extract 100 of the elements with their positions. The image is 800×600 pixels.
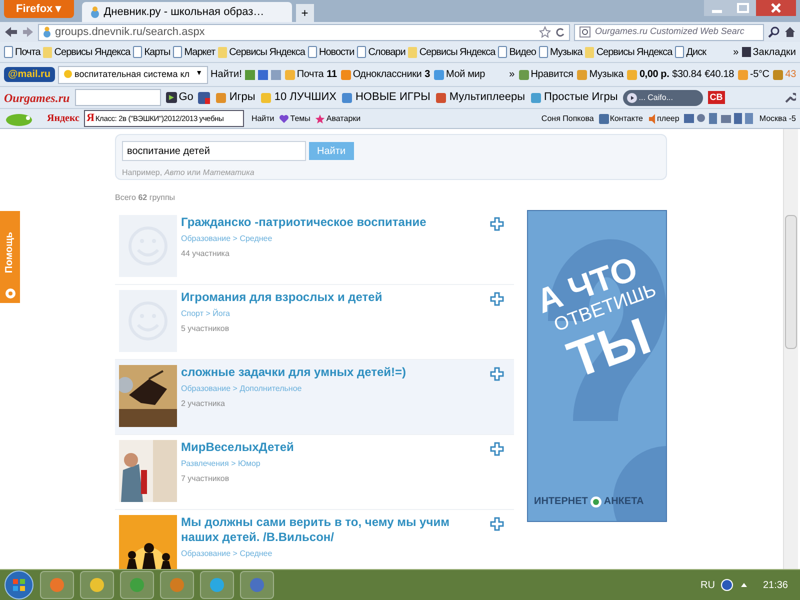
search-engine-icon xyxy=(579,26,591,38)
toolbar-link[interactable]: Простые Игры xyxy=(530,89,618,106)
new-tab-button[interactable]: + xyxy=(296,4,314,22)
find-button[interactable]: Найти! xyxy=(210,67,242,82)
bookmarks-icon xyxy=(742,47,751,57)
yandex-logo: Яндекс xyxy=(47,112,80,126)
bookmark-link[interactable]: Сервисы Яндекса xyxy=(229,44,305,60)
toolbar-widget[interactable]: -5°C xyxy=(736,67,770,82)
web-search-field[interactable]: Ourgames.ru Customized Web Searc xyxy=(574,24,764,40)
go-button[interactable]: Go xyxy=(166,89,194,106)
group-title-link[interactable]: Мы должны сами верить в то, чему мы учим наших детей. /В.Вильсон/ xyxy=(181,515,486,545)
bookmark-link[interactable]: Музыка xyxy=(550,44,582,60)
toolbar-tools-icon xyxy=(244,68,281,80)
app-icon xyxy=(576,68,588,80)
play-icon xyxy=(626,92,637,102)
forward-icon xyxy=(22,26,34,38)
app-icon xyxy=(129,577,145,593)
group-title-link[interactable]: Гражданско -патриотическое воспитание xyxy=(181,215,486,230)
app-icon xyxy=(249,577,265,593)
search-value: воспитательная система кл xyxy=(74,68,191,81)
toolbar-link[interactable]: плеер xyxy=(648,112,680,124)
toolbar-link[interactable]: Аватарки xyxy=(315,112,361,124)
speaker-icon xyxy=(648,114,656,124)
toolbar-link[interactable]: Темы xyxy=(279,112,310,124)
maximize-icon xyxy=(730,0,756,16)
find-button[interactable]: Найти xyxy=(251,112,274,124)
bookmark-link[interactable]: Маркет xyxy=(184,44,216,60)
member-count: 7 участников xyxy=(181,473,230,485)
group-title-link[interactable]: МирВеселыхДетей xyxy=(181,440,486,455)
more-button[interactable]: » xyxy=(509,67,515,82)
toolbar-link[interactable]: Почта 11 xyxy=(284,67,337,82)
minimize-icon xyxy=(704,0,730,16)
ad-brand-text: АНКЕТА xyxy=(604,495,644,509)
app-icon xyxy=(284,68,296,80)
bookmark-link[interactable]: Сервисы Яндекса xyxy=(54,44,130,60)
bookmark-link[interactable]: Сервисы Яндекса xyxy=(596,44,672,60)
mailru-logo: @mail.ru xyxy=(4,67,55,82)
toolbar-widget[interactable]: $30.84 xyxy=(672,67,702,82)
toolbar-widget[interactable]: Музыка xyxy=(576,67,624,82)
radio-player[interactable]: ... Caifo... xyxy=(622,90,703,106)
taskbar-app-button[interactable] xyxy=(120,571,154,599)
language-indicator[interactable]: RU xyxy=(700,578,715,592)
smiley-placeholder-icon xyxy=(119,215,177,277)
bookmark-link[interactable]: Сервисы Яндекса xyxy=(419,44,496,60)
toolbar-link[interactable]: 10 ЛУЧШИХ xyxy=(260,89,336,106)
browser-tab[interactable]: Дневник.ру - школьная образ… xyxy=(82,2,292,22)
bookmark-link[interactable]: Почта xyxy=(15,44,40,60)
url-text: groups.dnevnik.ru/search.aspx xyxy=(55,24,205,40)
toolbar-link[interactable]: НОВЫЕ ИГРЫ xyxy=(341,89,430,106)
folder-icon xyxy=(218,46,228,58)
scrollbar-thumb[interactable] xyxy=(785,215,797,349)
search-field[interactable]: воспитание детей xyxy=(122,141,306,161)
taskbar-app-button[interactable] xyxy=(40,571,74,599)
more-bookmarks-button[interactable]: » xyxy=(733,44,739,60)
toolbar-link[interactable]: Игры xyxy=(215,89,256,106)
page-icon xyxy=(498,46,508,58)
bookmark-link[interactable]: Диск xyxy=(686,44,706,60)
toolbar-link[interactable]: Мультиплееры xyxy=(435,89,526,106)
app-icon xyxy=(340,68,352,80)
add-icon xyxy=(490,292,504,306)
bookmarks-menu-button[interactable]: Закладки xyxy=(742,44,796,60)
toolbar-widget[interactable]: €40.18 xyxy=(704,67,734,82)
add-icon xyxy=(490,217,504,231)
page-icon xyxy=(675,46,684,58)
clock: 21:36 xyxy=(762,578,788,592)
group-title-link[interactable]: Игромания для взрослых и детей xyxy=(181,290,486,305)
close-icon xyxy=(756,0,796,16)
bookmark-link[interactable]: Видео xyxy=(509,44,536,60)
toolbar-link[interactable]: Контакте xyxy=(598,112,643,124)
page-icon xyxy=(538,46,548,58)
page-icon xyxy=(133,46,142,58)
address-bar[interactable]: groups.dnevnik.ru/search.aspx xyxy=(38,24,570,40)
member-count: 5 участников xyxy=(181,323,230,335)
station-text: ... Caifo... xyxy=(638,92,673,104)
toolbar-link[interactable]: Мой мир xyxy=(433,67,486,82)
heart-icon xyxy=(279,114,290,124)
toolbar-link[interactable]: Одноклассники 3 xyxy=(340,67,430,82)
toolbar-widget[interactable]: 0,00 р. xyxy=(626,67,670,82)
tab-title: Дневник.ру - школьная образ… xyxy=(104,4,264,20)
app-icon xyxy=(260,92,272,104)
bookmark-link[interactable]: Новости xyxy=(318,44,354,60)
add-icon xyxy=(490,442,504,456)
toolbar-widget[interactable]: Нравится xyxy=(518,67,574,82)
app-icon xyxy=(772,68,784,80)
app-icon xyxy=(89,577,105,593)
user-link[interactable]: Соня Попкова xyxy=(541,112,594,124)
cb-badge[interactable]: CB xyxy=(708,90,725,104)
vk-icon xyxy=(598,114,609,124)
add-icon xyxy=(490,367,504,381)
bookmark-link[interactable]: Карты xyxy=(144,44,170,60)
taskbar-app-button[interactable] xyxy=(240,571,274,599)
toolbar-search-field[interactable] xyxy=(74,89,161,106)
taskbar-app-button[interactable] xyxy=(200,571,234,599)
home-icon xyxy=(784,26,796,38)
bookmark-link[interactable]: Словари xyxy=(368,44,406,60)
help-icon xyxy=(4,288,16,299)
site-icon xyxy=(43,26,51,38)
taskbar-app-button[interactable] xyxy=(80,571,114,599)
taskbar-app-button[interactable] xyxy=(160,571,194,599)
wrench-icon xyxy=(784,92,796,104)
